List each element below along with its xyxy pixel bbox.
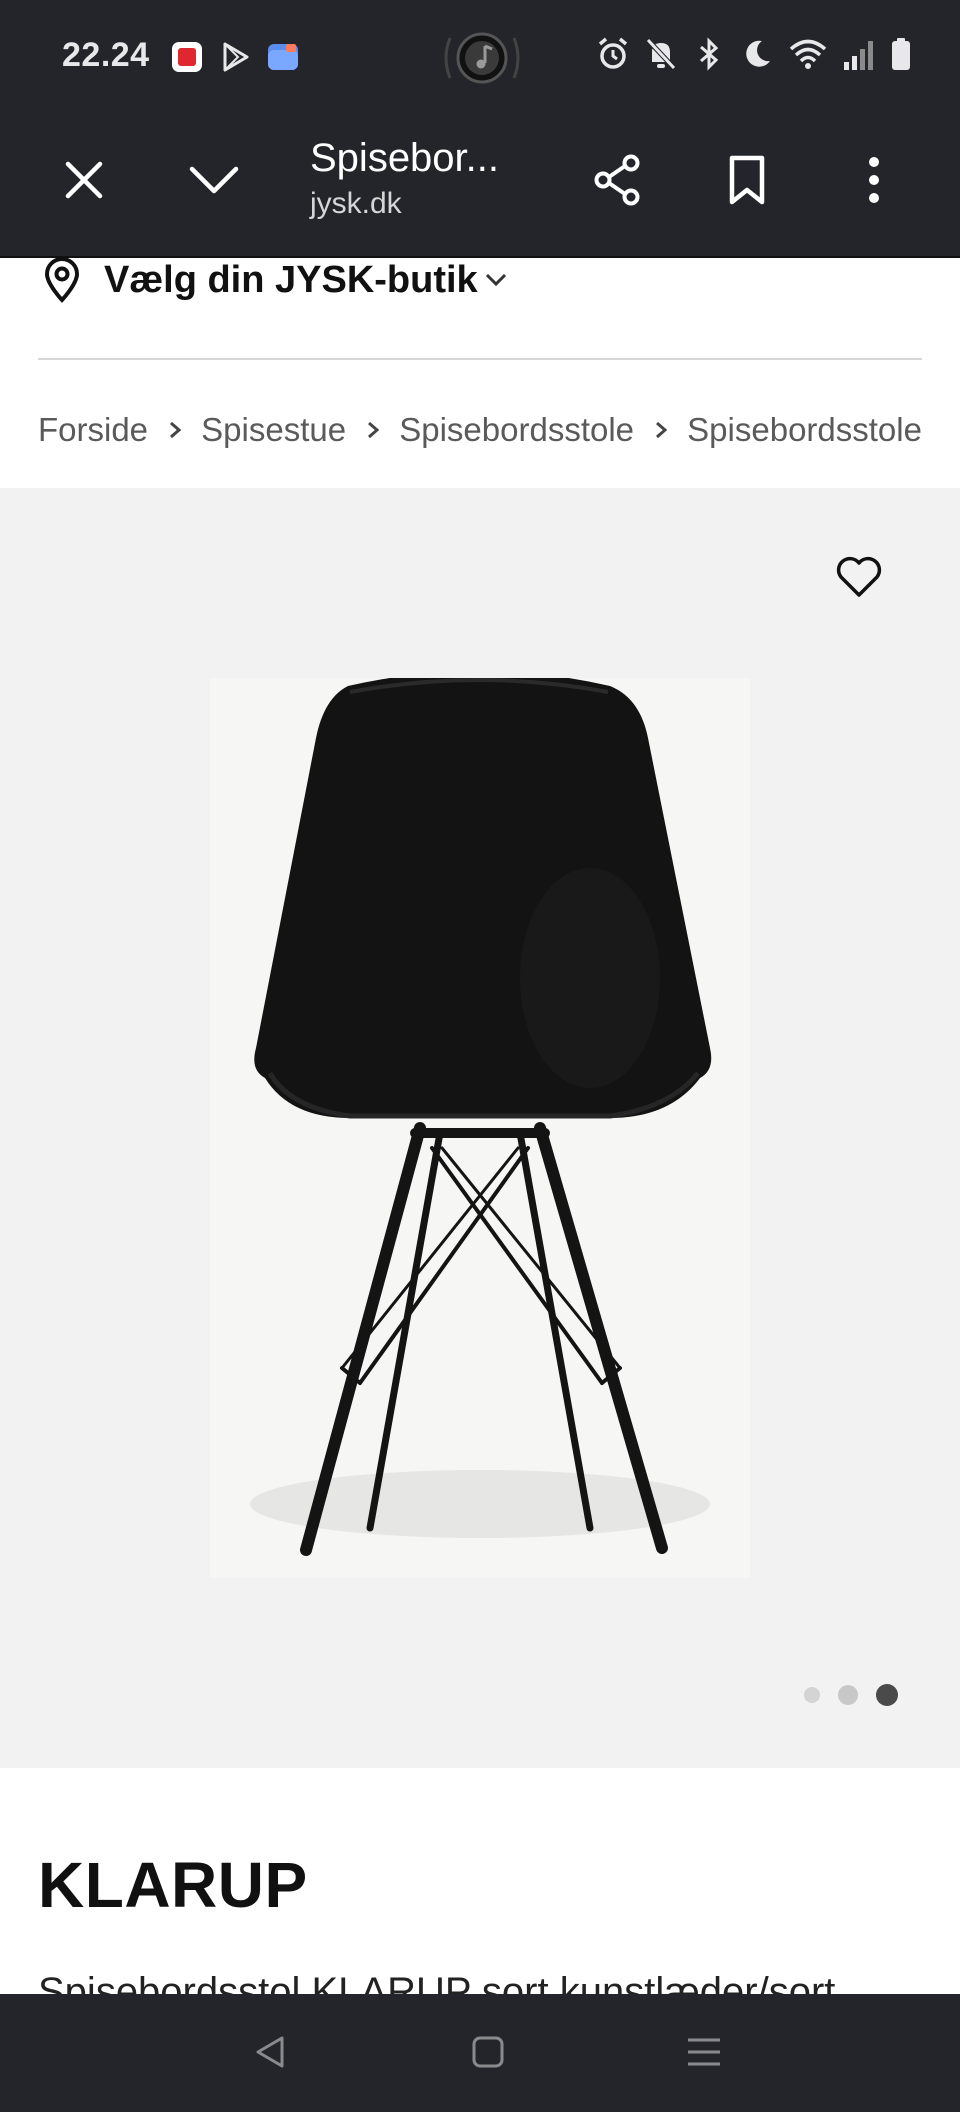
- product-name: KLARUP: [38, 1849, 308, 1921]
- page-title: Spisebor...: [310, 136, 500, 180]
- page-title-block[interactable]: Spisebor... jysk.dk: [310, 136, 570, 221]
- chevron-down-icon: [485, 273, 506, 287]
- location-pin-icon: [44, 257, 80, 303]
- breadcrumb-item-spisestue[interactable]: Spisestue: [201, 411, 346, 449]
- home-button[interactable]: [458, 2024, 518, 2080]
- media-indicator: [440, 30, 524, 86]
- system-nav-bar: [0, 1994, 960, 2112]
- bluetooth-icon: [700, 37, 719, 71]
- battery-icon: [892, 38, 910, 70]
- back-triangle-icon: [256, 2036, 284, 2068]
- close-button[interactable]: [46, 142, 122, 218]
- music-note-icon: [444, 32, 520, 84]
- bell-off-icon: [646, 38, 676, 70]
- play-store-icon: [223, 42, 249, 72]
- page-domain: jysk.dk: [310, 187, 402, 220]
- wifi-icon: [789, 39, 827, 69]
- section-divider: [38, 358, 922, 360]
- product-description: Spisebordsstol KLARUP sort kunstlæder/so…: [38, 1970, 836, 1996]
- pagination-dot-active[interactable]: [876, 1684, 898, 1706]
- files-app-icon: [268, 44, 298, 70]
- pdf-app-icon: [172, 42, 202, 72]
- close-icon: [65, 161, 103, 199]
- favorite-button[interactable]: [824, 542, 894, 612]
- breadcrumb-item-forside[interactable]: Forside: [38, 411, 148, 449]
- heart-icon: [836, 556, 882, 597]
- notification-icons: [170, 40, 300, 74]
- breadcrumb: Forside Spisestue Spisebordsstole Spiseb…: [38, 406, 922, 454]
- gallery-pagination: [804, 1684, 898, 1706]
- minimize-button[interactable]: [176, 142, 252, 218]
- pagination-dot[interactable]: [838, 1685, 858, 1705]
- chevron-right-icon: [634, 420, 687, 440]
- more-options-button[interactable]: [836, 142, 912, 218]
- status-bar: 22.24: [0, 0, 960, 114]
- chevron-right-icon: [346, 420, 399, 440]
- recents-lines-icon: [688, 2038, 720, 2066]
- chair-image: [250, 671, 712, 1556]
- browser-toolbar: Spisebor... jysk.dk: [0, 120, 960, 242]
- signal-icon: [844, 41, 873, 70]
- product-image: [210, 671, 750, 1578]
- bookmark-icon: [729, 155, 765, 205]
- moon-icon: [746, 40, 770, 67]
- more-vert-icon: [869, 157, 879, 203]
- browser-chrome: 22.24 Spisebor... jysk.dk: [0, 0, 960, 258]
- back-button[interactable]: [240, 2024, 300, 2080]
- store-selector-label: Vælg din JYSK-butik: [104, 258, 478, 301]
- chevron-down-icon: [189, 166, 239, 194]
- share-button[interactable]: [580, 142, 656, 218]
- product-gallery[interactable]: [0, 488, 960, 1768]
- recents-button[interactable]: [674, 2024, 734, 2080]
- pagination-dot[interactable]: [804, 1687, 820, 1703]
- store-selector[interactable]: Vælg din JYSK-butik: [38, 252, 508, 308]
- alarm-icon: [598, 37, 628, 69]
- system-icons: [596, 36, 912, 72]
- share-icon: [594, 154, 640, 206]
- status-time: 22.24: [62, 36, 150, 74]
- bookmark-button[interactable]: [709, 142, 785, 218]
- home-square-icon: [472, 2036, 504, 2068]
- breadcrumb-item-current[interactable]: Spisebordsstole: [687, 411, 922, 449]
- chevron-right-icon: [148, 420, 201, 440]
- breadcrumb-item-spisebordsstole[interactable]: Spisebordsstole: [399, 411, 634, 449]
